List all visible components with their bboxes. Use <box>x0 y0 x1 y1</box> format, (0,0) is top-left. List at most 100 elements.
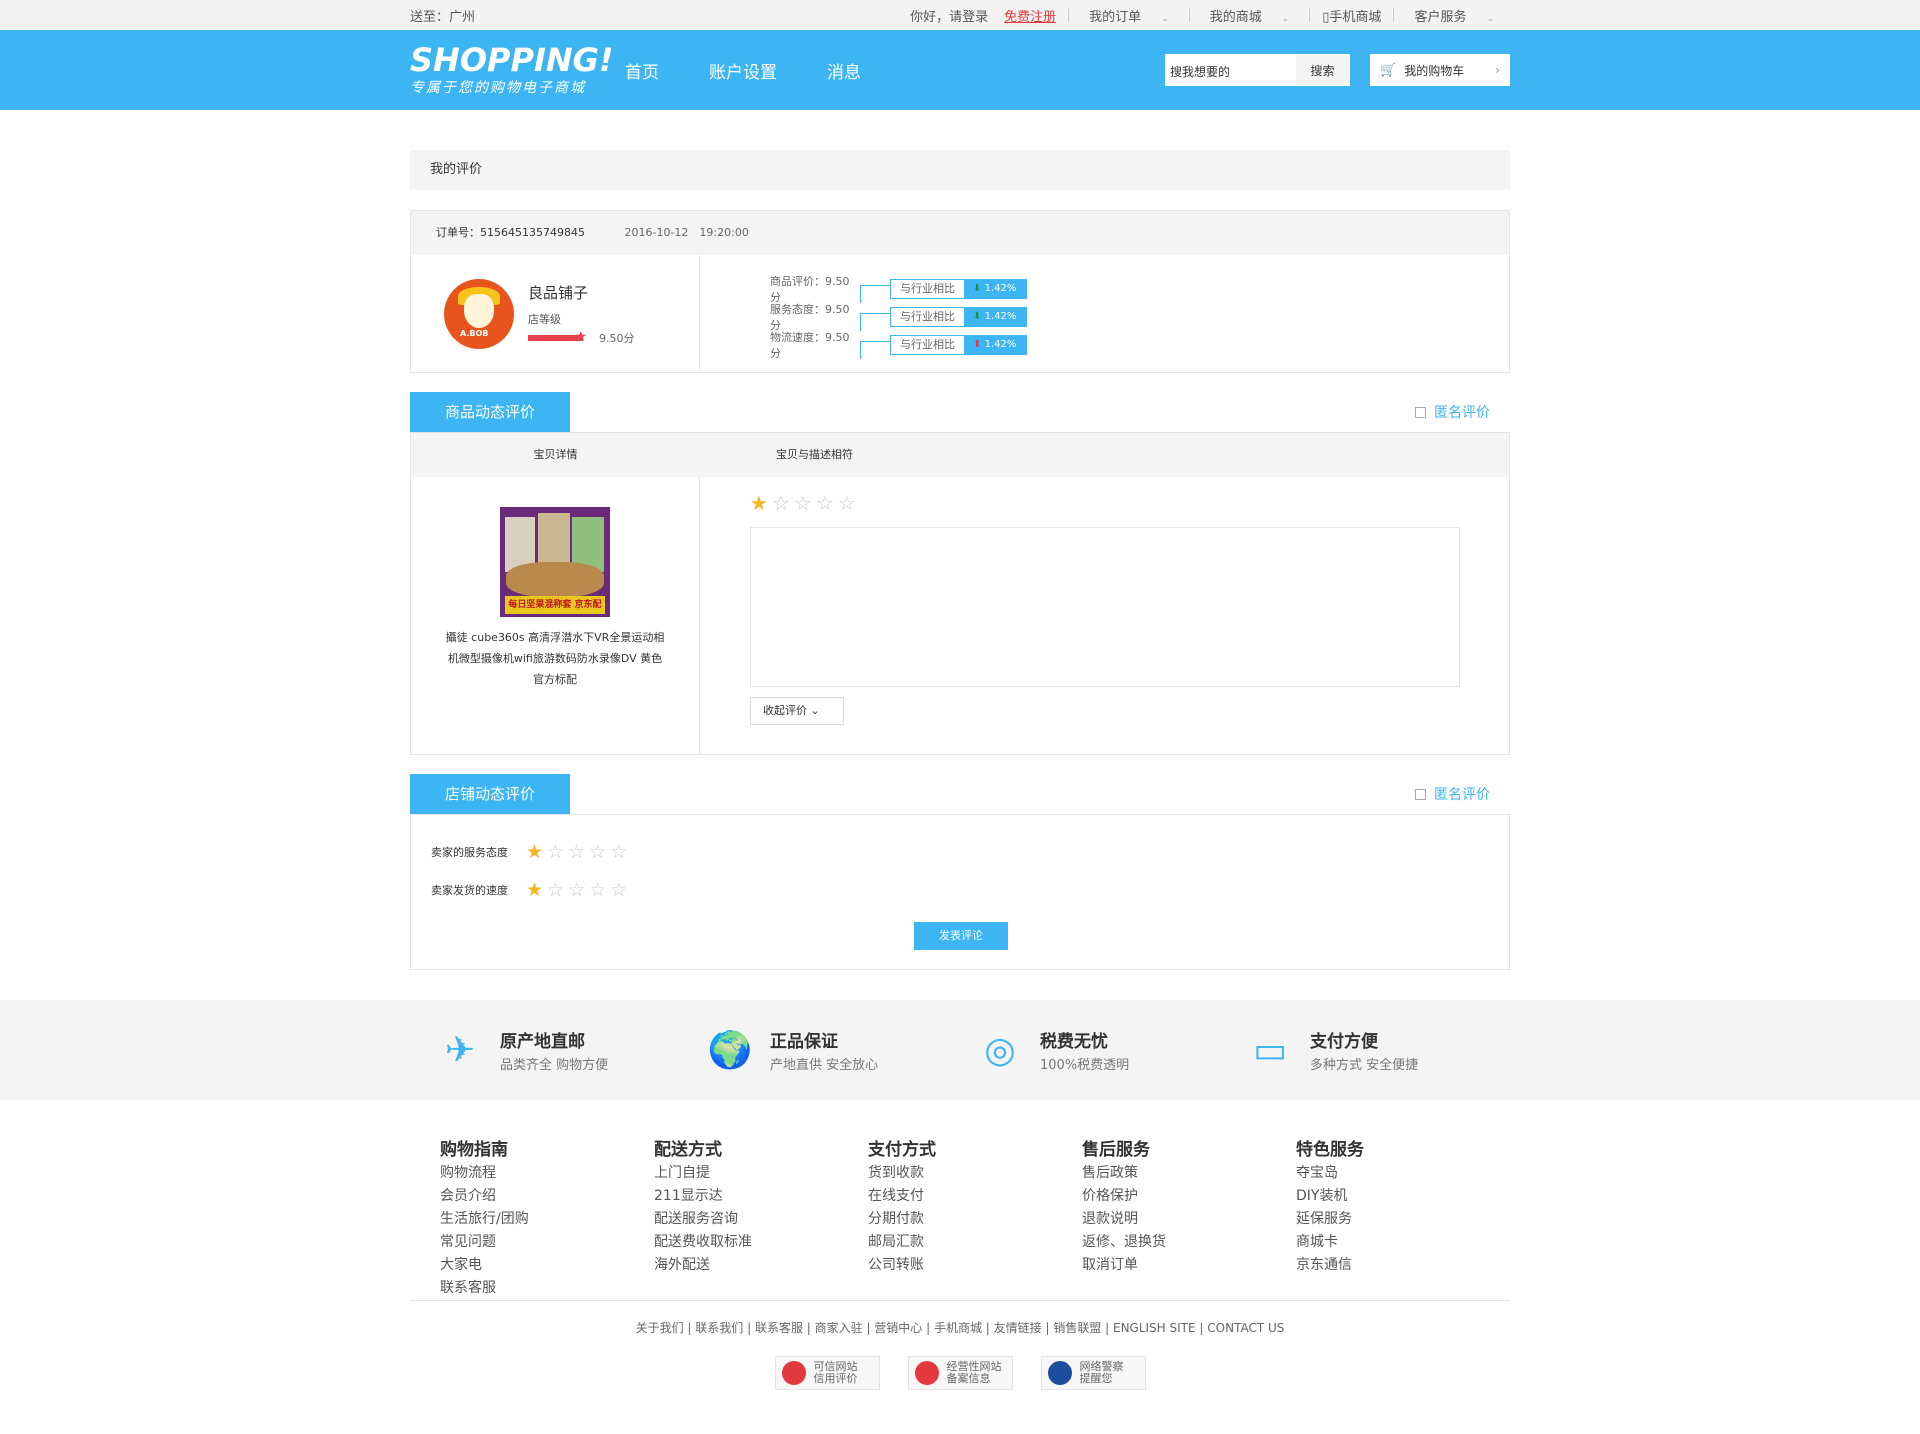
footer-column: 售后服务 售后政策 价格保护 退款说明 返修、退换货 取消订单 <box>1082 1135 1296 1300</box>
footer-link[interactable]: 配送服务咨询 <box>654 1208 868 1231</box>
footer-column-title: 支付方式 <box>868 1140 936 1160</box>
order-date: 2016-10-12 19:20:00 <box>624 226 749 239</box>
anonymous-review-toggle[interactable]: 匿名评价 <box>1415 402 1490 422</box>
nav-messages[interactable]: 消息 <box>827 58 861 83</box>
chevron-down-icon: ⌄ <box>1486 13 1494 24</box>
trust-badge[interactable]: 网络警察 提醒您 <box>1040 1356 1146 1390</box>
footer-link[interactable]: 生活旅行/团购 <box>440 1208 654 1231</box>
star-icon[interactable]: ☆ <box>568 841 585 863</box>
footer-link[interactable]: 211显示达 <box>654 1185 868 1208</box>
submit-review-button[interactable]: 发表评论 <box>914 922 1008 950</box>
header: SHOPPING! 专属于您的购物电子商城 首页 账户设置 消息 搜我想要的 搜… <box>0 30 1920 110</box>
footer-link[interactable]: 购物流程 <box>440 1162 654 1185</box>
star-icon[interactable]: ☆ <box>772 491 790 515</box>
footer-link[interactable]: 延保服务 <box>1296 1208 1510 1231</box>
footer-link[interactable]: 分期付款 <box>868 1208 1082 1231</box>
shipping-rating-stars[interactable]: ★ ☆ ☆ ☆ ☆ <box>526 879 631 901</box>
connector-line <box>860 285 890 303</box>
footer-link[interactable]: 售后政策 <box>1082 1162 1296 1185</box>
footer-column: 特色服务 夺宝岛 DIY装机 延保服务 商城卡 京东通信 <box>1296 1135 1510 1300</box>
footer-link[interactable]: 上门自提 <box>654 1162 868 1185</box>
star-icon[interactable]: ☆ <box>589 879 606 901</box>
footer-link[interactable]: 联系客服 <box>440 1277 654 1300</box>
nav-home[interactable]: 首页 <box>625 58 659 83</box>
logo[interactable]: SHOPPING! 专属于您的购物电子商城 <box>410 43 645 97</box>
rating-label: 物流速度：9.50分 <box>770 331 850 360</box>
star-icon[interactable]: ★ <box>750 491 768 515</box>
footer-link[interactable]: 海外配送 <box>654 1254 868 1277</box>
footer-bottom-links[interactable]: 关于我们 | 联系我们 | 联系客服 | 商家入驻 | 营销中心 | 手机商城 … <box>410 1319 1510 1336</box>
star-icon[interactable]: ☆ <box>610 879 627 901</box>
footer-links: 购物指南 购物流程 会员介绍 生活旅行/团购 常见问题 大家电 联系客服 配送方… <box>410 1100 1510 1300</box>
shop-logo-text: A.BOB <box>460 328 489 338</box>
footer-link[interactable]: DIY装机 <box>1296 1185 1510 1208</box>
service-rating-stars[interactable]: ★ ☆ ☆ ☆ ☆ <box>526 841 631 863</box>
footer-link[interactable]: 商城卡 <box>1296 1231 1510 1254</box>
footer-link[interactable]: 在线支付 <box>868 1185 1082 1208</box>
trust-badge[interactable]: 可信网站 信用评价 <box>774 1356 880 1390</box>
cart-button[interactable]: 🛒 我的购物车 › <box>1370 54 1510 86</box>
review-textarea[interactable] <box>750 527 1460 687</box>
footer-link[interactable]: 退款说明 <box>1082 1208 1296 1231</box>
star-icon[interactable]: ★ <box>526 841 543 863</box>
product-review: ★ ☆ ☆ ☆ ☆ 收起评价 ⌄ <box>700 477 1460 754</box>
product-name[interactable]: 攝徒 cube360s 高清浮潜水下VR全景运动相机微型摄像机wifi旅游数码防… <box>443 627 668 690</box>
compare-value: ⬇ 1.42% <box>965 307 1027 327</box>
chevron-right-icon: › <box>1495 63 1500 77</box>
star-icon[interactable]: ☆ <box>610 841 627 863</box>
checkbox[interactable] <box>1415 788 1426 800</box>
tab-store-review[interactable]: 店铺动态评价 <box>410 774 570 814</box>
delivery-location[interactable]: 送至：广州 <box>410 6 475 25</box>
shop-info: A.BOB 良品铺子 店等级 ★ 9.50分 <box>411 255 700 372</box>
star-icon[interactable]: ☆ <box>816 491 834 515</box>
features-bar: ✈ 原产地直邮 品类齐全 购物方便 🌍 正品保证 产地直供 安全放心 ◎ 税费无忧 1… <box>0 1000 1920 1100</box>
my-orders-link[interactable]: 我的订单 ⌄ <box>1073 6 1185 25</box>
footer-link[interactable]: 夺宝岛 <box>1296 1162 1510 1185</box>
star-icon[interactable]: ☆ <box>547 879 564 901</box>
footer-link[interactable]: 配送费收取标准 <box>654 1231 868 1254</box>
nav-account-settings[interactable]: 账户设置 <box>709 58 777 83</box>
product-rating-stars[interactable]: ★ ☆ ☆ ☆ ☆ <box>750 491 1460 515</box>
search-input[interactable]: 搜我想要的 <box>1165 54 1295 86</box>
rating-row: 物流速度：9.50分 与行业相比 ⬆ 1.42% <box>770 331 1027 360</box>
register-link[interactable]: 免费注册 <box>996 6 1064 25</box>
service-attitude-label: 卖家的服务态度 <box>431 846 508 859</box>
product-image[interactable]: 每日坚果混称套 京东配送 货到付款 <box>500 507 610 617</box>
login-link[interactable]: 你好，请登录 <box>902 6 996 25</box>
description-match-heading: 宝贝与描述相符 <box>776 448 853 461</box>
footer-column-title: 购物指南 <box>440 1140 508 1160</box>
star-icon[interactable]: ☆ <box>568 879 585 901</box>
star-icon[interactable]: ☆ <box>838 491 856 515</box>
compare-value: ⬇ 1.42% <box>965 279 1027 299</box>
tab-goods-review[interactable]: 商品动态评价 <box>410 392 570 432</box>
search-button[interactable]: 搜索 <box>1295 54 1350 86</box>
shop-logo[interactable]: A.BOB <box>444 278 514 349</box>
footer-link[interactable]: 公司转账 <box>868 1254 1082 1277</box>
footer-link[interactable]: 邮局汇款 <box>868 1231 1082 1254</box>
footer-link[interactable]: 货到收款 <box>868 1162 1082 1185</box>
compare-label: 与行业相比 <box>890 335 965 355</box>
star-icon[interactable]: ☆ <box>547 841 564 863</box>
footer-link[interactable]: 常见问题 <box>440 1231 654 1254</box>
credit-seal-icon <box>781 1361 806 1385</box>
footer-link[interactable]: 返修、退换货 <box>1082 1231 1296 1254</box>
star-icon[interactable]: ★ <box>526 879 543 901</box>
footer-link[interactable]: 会员介绍 <box>440 1185 654 1208</box>
customer-service-link[interactable]: 客户服务 ⌄ <box>1398 6 1510 25</box>
checkbox[interactable] <box>1415 406 1426 418</box>
mobile-mall-link[interactable]: ▯手机商城 <box>1314 6 1389 25</box>
footer-link[interactable]: 取消订单 <box>1082 1254 1296 1277</box>
star-icon[interactable]: ☆ <box>589 841 606 863</box>
trust-badge[interactable]: 经营性网站 备案信息 <box>907 1356 1013 1390</box>
my-mall-link[interactable]: 我的商城 ⌄ <box>1194 6 1306 25</box>
feature-subtitle: 品类齐全 购物方便 <box>500 1058 609 1073</box>
shop-name[interactable]: 良品铺子 <box>528 282 635 303</box>
page-title: 我的评价 <box>410 150 1510 190</box>
star-icon[interactable]: ☆ <box>794 491 812 515</box>
footer-link[interactable]: 大家电 <box>440 1254 654 1277</box>
anonymous-review-toggle[interactable]: 匿名评价 <box>1415 784 1490 804</box>
footer-link[interactable]: 价格保护 <box>1082 1185 1296 1208</box>
footer-link[interactable]: 京东通信 <box>1296 1254 1510 1277</box>
shop-score-bar: ★ <box>528 329 587 345</box>
collapse-review-button[interactable]: 收起评价 ⌄ <box>750 697 844 725</box>
